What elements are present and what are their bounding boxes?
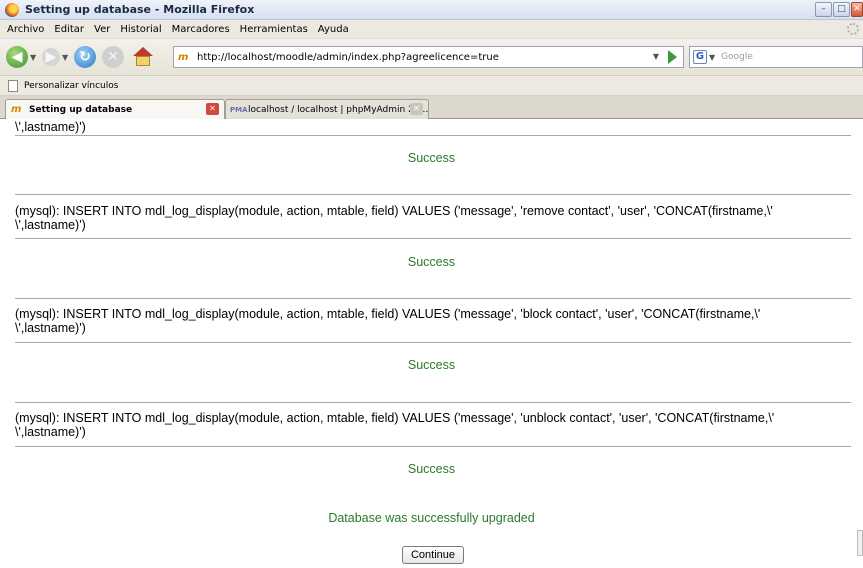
sql-statement: (mysql): INSERT INTO mdl_log_display(mod…	[15, 307, 761, 335]
moodle-favicon-icon: m	[11, 104, 22, 115]
scrollbar[interactable]	[857, 530, 863, 556]
success-message: Success	[407, 462, 456, 476]
search-input[interactable]: Google	[721, 52, 753, 62]
menu-herramientas[interactable]: Herramientas	[240, 24, 308, 35]
success-message: Success	[407, 151, 456, 165]
search-engine-dropdown-icon[interactable]: ▼	[709, 53, 715, 62]
menu-bar: Archivo Editar Ver Historial Marcadores …	[0, 20, 863, 39]
phpmyadmin-favicon-icon: PMA	[230, 105, 248, 114]
stop-icon[interactable]: ✕	[102, 46, 124, 68]
page-icon	[8, 79, 18, 92]
tab-strip: m Setting up database ✕ PMA localhost / …	[0, 96, 863, 119]
menu-ayuda[interactable]: Ayuda	[318, 24, 349, 35]
back-history-dropdown-icon[interactable]: ▼	[30, 53, 36, 62]
divider	[15, 446, 851, 447]
minimize-button[interactable]: –	[815, 2, 832, 17]
forward-history-dropdown-icon[interactable]: ▼	[62, 53, 68, 62]
sql-statement: (mysql): INSERT INTO mdl_log_display(mod…	[15, 411, 775, 439]
sql-fragment: \',lastname)')	[15, 120, 86, 134]
continue-button[interactable]: Continue	[402, 546, 464, 564]
url-history-dropdown-icon[interactable]: ▼	[653, 52, 659, 61]
close-tab-icon[interactable]: ✕	[410, 103, 423, 115]
menu-ver[interactable]: Ver	[94, 24, 110, 35]
url-text[interactable]: http://localhost/moodle/admin/index.php?…	[197, 52, 499, 63]
success-message: Success	[407, 358, 456, 372]
divider	[15, 238, 851, 239]
window-title: Setting up database - Mozilla Firefox	[25, 3, 255, 16]
title-bar: Setting up database - Mozilla Firefox – …	[0, 0, 863, 20]
bookmark-personalizar[interactable]: Personalizar vínculos	[24, 81, 118, 91]
firefox-logo-icon	[5, 2, 19, 17]
tab-label: Setting up database	[29, 104, 133, 115]
go-icon[interactable]	[668, 50, 677, 64]
tab-phpmyadmin[interactable]: PMA localhost / localhost | phpMyAdmin 2…	[225, 99, 429, 119]
close-button[interactable]: ✕	[851, 2, 863, 17]
bookmarks-toolbar: Personalizar vínculos	[0, 76, 863, 96]
divider	[15, 298, 851, 299]
divider	[15, 342, 851, 343]
maximize-button[interactable]: □	[833, 2, 850, 17]
upgrade-complete-message: Database was successfully upgraded	[328, 511, 535, 525]
navigation-toolbar: ◀ ▼ ▶ ▼ ↻ ✕ m http://localhost/moodle/ad…	[0, 39, 863, 76]
reload-icon[interactable]: ↻	[74, 46, 96, 68]
window-controls: – □ ✕	[815, 2, 863, 17]
menu-archivo[interactable]: Archivo	[7, 24, 44, 35]
search-bar[interactable]: G ▼ Google	[689, 46, 863, 68]
forward-icon[interactable]: ▶	[42, 48, 60, 66]
menu-marcadores[interactable]: Marcadores	[172, 24, 230, 35]
tab-setting-up-database[interactable]: m Setting up database ✕	[5, 99, 225, 119]
menu-historial[interactable]: Historial	[120, 24, 161, 35]
divider	[15, 135, 851, 136]
divider	[15, 402, 851, 403]
tab-label: localhost / localhost | phpMyAdmin 2.1…	[248, 104, 428, 115]
page-content: \',lastname)') Success (mysql): INSERT I…	[0, 120, 863, 568]
divider	[15, 194, 851, 195]
home-icon[interactable]	[132, 47, 154, 67]
sql-statement: (mysql): INSERT INTO mdl_log_display(mod…	[15, 204, 773, 232]
url-bar[interactable]: m http://localhost/moodle/admin/index.ph…	[173, 46, 684, 68]
menu-editar[interactable]: Editar	[54, 24, 84, 35]
moodle-favicon-icon: m	[178, 51, 189, 63]
close-tab-icon[interactable]: ✕	[206, 103, 219, 115]
success-message: Success	[407, 255, 456, 269]
google-icon[interactable]: G	[693, 50, 707, 64]
back-icon[interactable]: ◀	[6, 46, 28, 68]
throbber-icon	[847, 23, 859, 35]
